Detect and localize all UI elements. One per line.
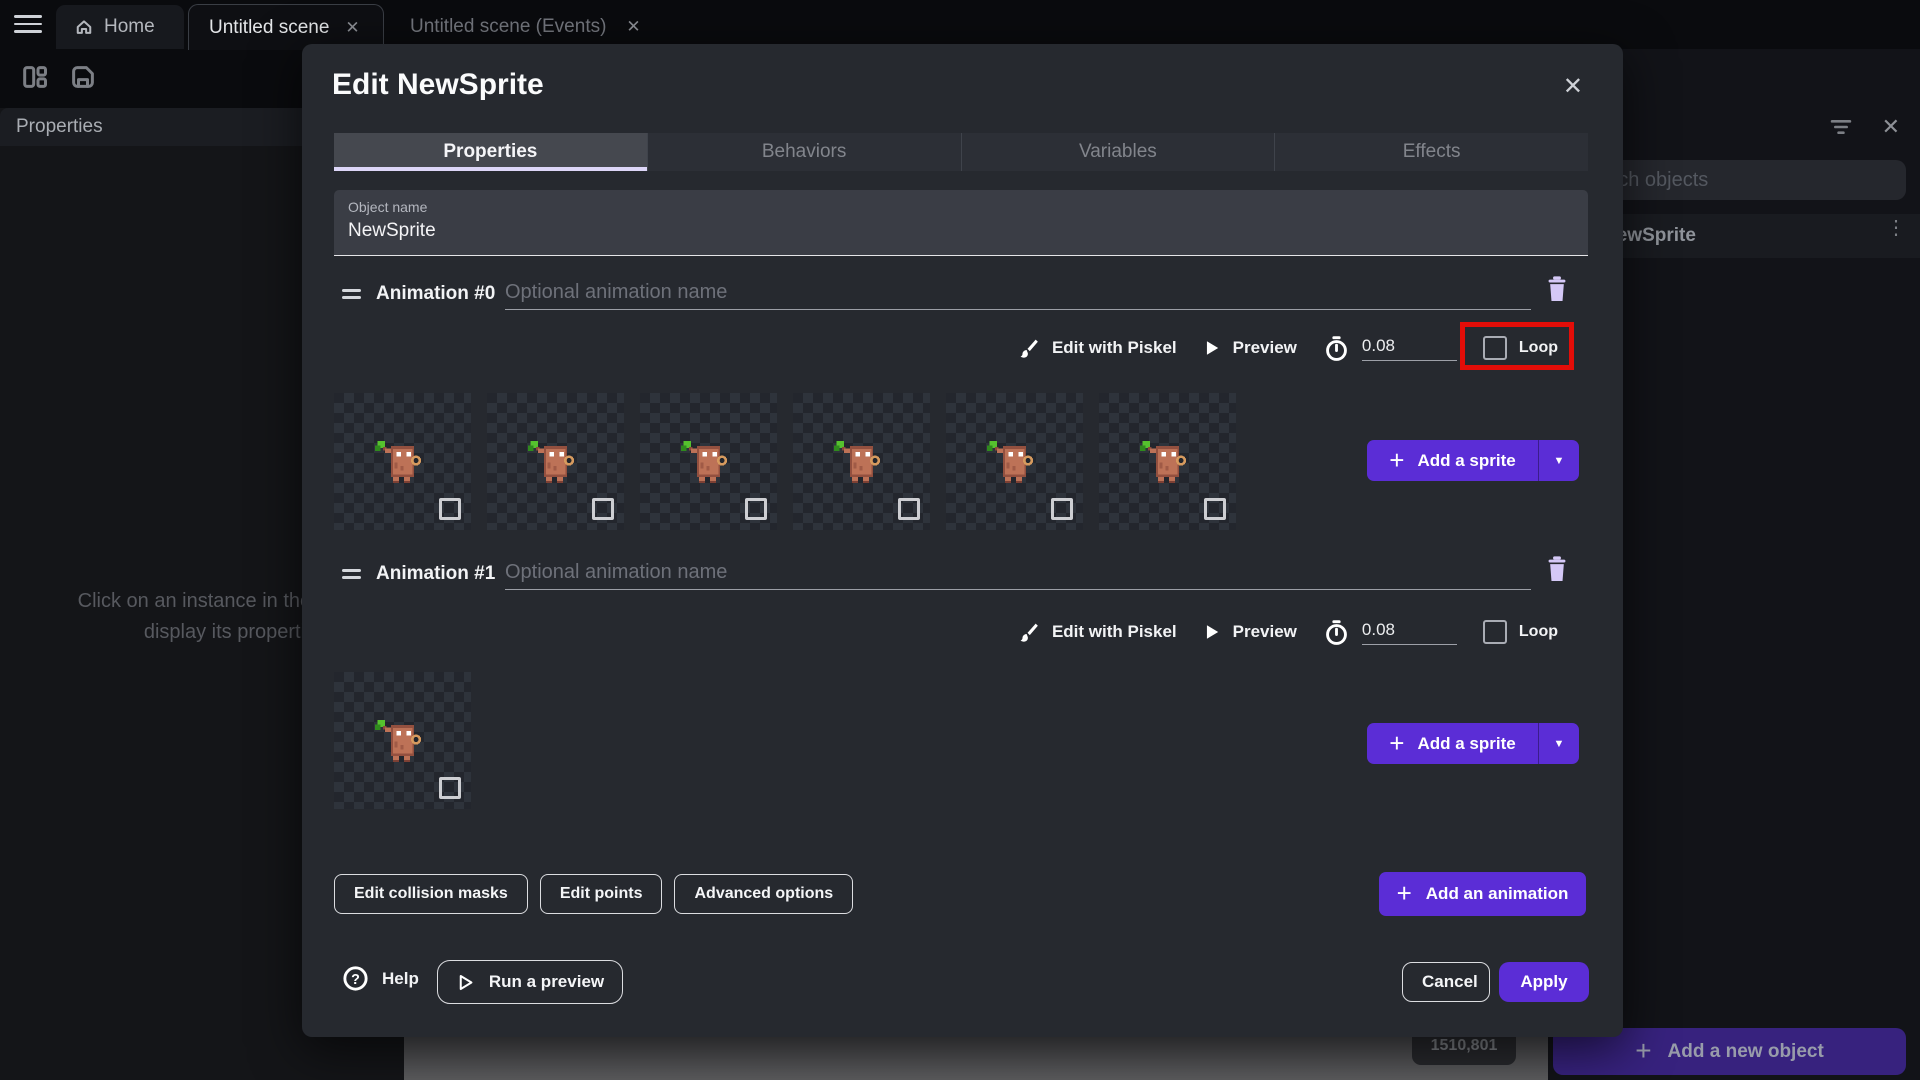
edit-points-button[interactable]: Edit points xyxy=(539,874,663,914)
top-bar: Home Untitled scene ✕ Untitled scene (Ev… xyxy=(0,0,1920,50)
sprite-frame[interactable] xyxy=(640,393,777,530)
sprite-frame[interactable] xyxy=(334,672,471,809)
tab-scene-label: Untitled scene xyxy=(209,16,330,38)
dialog-close-icon[interactable]: ✕ xyxy=(1563,72,1583,101)
animation-0-actions: Edit with Piskel Preview Loop xyxy=(1017,330,1558,366)
home-icon xyxy=(76,20,92,34)
timer-icon xyxy=(1326,335,1347,361)
delete-animation-icon[interactable] xyxy=(1544,274,1572,306)
svg-text:?: ? xyxy=(351,972,360,988)
dialog-tabs: Properties Behaviors Variables Effects xyxy=(334,133,1588,171)
close-panel-icon[interactable]: ✕ xyxy=(1882,114,1900,140)
animation-1-label: Animation #1 xyxy=(376,563,496,584)
tab-behaviors[interactable]: Behaviors xyxy=(646,133,961,171)
save-icon[interactable] xyxy=(68,62,98,92)
add-sprite-label: Add a sprite xyxy=(1417,733,1516,753)
tab-properties[interactable]: Properties xyxy=(334,133,647,171)
add-sprite-button[interactable]: + Add a sprite ▼ xyxy=(1367,440,1579,481)
sprite-frame[interactable] xyxy=(1099,393,1236,530)
add-sprite-label: Add a sprite xyxy=(1417,450,1516,470)
time-between-frames-input[interactable] xyxy=(1361,335,1457,361)
pig-sprite xyxy=(1135,433,1193,491)
object-name-input[interactable] xyxy=(348,220,1548,242)
menu-icon[interactable] xyxy=(14,15,42,35)
frame-checkbox[interactable] xyxy=(592,498,614,520)
object-name-field[interactable]: Object name xyxy=(334,190,1588,256)
time-between-frames-input[interactable] xyxy=(1361,619,1457,645)
preview-button[interactable]: Preview xyxy=(1233,338,1297,358)
brush-icon xyxy=(1020,339,1038,358)
pig-sprite xyxy=(676,433,734,491)
drag-handle-icon[interactable] xyxy=(342,569,361,583)
pig-sprite xyxy=(370,712,428,770)
loop-checkbox[interactable] xyxy=(1482,620,1507,644)
help-label: Help xyxy=(382,968,419,988)
add-animation-button[interactable]: + Add an animation xyxy=(1379,872,1586,916)
panels-layout-icon[interactable] xyxy=(20,62,50,92)
loop-label: Loop xyxy=(1518,623,1558,640)
animation-1-actions: Edit with Piskel Preview Loop xyxy=(1017,614,1558,650)
pig-sprite xyxy=(829,433,887,491)
run-preview-button[interactable]: Run a preview xyxy=(437,960,623,1004)
tab-home[interactable]: Home xyxy=(56,5,184,49)
animation-0-frames xyxy=(334,393,1236,530)
edit-with-piskel-button[interactable]: Edit with Piskel xyxy=(1052,622,1177,642)
add-sprite-dropdown-icon[interactable]: ▼ xyxy=(1538,440,1579,481)
help-button[interactable]: ? Help xyxy=(342,965,419,992)
pig-sprite xyxy=(982,433,1040,491)
timer-icon xyxy=(1326,619,1347,645)
frame-checkbox[interactable] xyxy=(745,498,767,520)
run-preview-label: Run a preview xyxy=(488,972,605,991)
dialog-title: Edit NewSprite xyxy=(332,68,544,101)
pig-sprite xyxy=(523,433,581,491)
properties-title: Properties xyxy=(16,116,103,137)
tab-home-label: Home xyxy=(104,16,155,37)
animation-1-header: Animation #1 xyxy=(302,556,1623,594)
loop-label: Loop xyxy=(1518,339,1558,356)
frame-checkbox[interactable] xyxy=(1051,498,1073,520)
apply-button[interactable]: Apply xyxy=(1499,962,1589,1002)
animation-0-label: Animation #0 xyxy=(376,283,496,304)
object-item-menu-icon[interactable]: ⋮ xyxy=(1886,218,1906,238)
frame-checkbox[interactable] xyxy=(898,498,920,520)
sprite-frame[interactable] xyxy=(334,393,471,530)
filter-icon[interactable] xyxy=(1828,114,1854,140)
edit-with-piskel-button[interactable]: Edit with Piskel xyxy=(1052,338,1177,358)
sprite-frame[interactable] xyxy=(793,393,930,530)
add-sprite-button[interactable]: + Add a sprite ▼ xyxy=(1367,723,1579,764)
add-animation-label: Add an animation xyxy=(1425,884,1569,903)
frame-checkbox[interactable] xyxy=(439,777,461,799)
tab-variables[interactable]: Variables xyxy=(960,133,1275,171)
frame-checkbox[interactable] xyxy=(1204,498,1226,520)
advanced-options-button[interactable]: Advanced options xyxy=(674,874,854,914)
animation-1-name-input[interactable] xyxy=(505,556,1531,590)
play-icon xyxy=(1206,341,1218,355)
tab-events-label: Untitled scene (Events) xyxy=(410,16,607,37)
brush-icon xyxy=(1020,623,1038,642)
sprite-frame[interactable] xyxy=(487,393,624,530)
animation-1-frames xyxy=(334,672,471,809)
edit-sprite-dialog: Edit NewSprite ✕ Properties Behaviors Va… xyxy=(302,44,1623,1037)
play-outline-icon xyxy=(459,974,473,990)
edit-collision-masks-button[interactable]: Edit collision masks xyxy=(334,874,528,914)
preview-button[interactable]: Preview xyxy=(1233,622,1297,642)
help-icon: ? xyxy=(343,966,368,991)
frame-checkbox[interactable] xyxy=(439,498,461,520)
object-name-label: Object name xyxy=(348,199,428,215)
animation-0-header: Animation #0 xyxy=(302,276,1623,314)
sprite-frame[interactable] xyxy=(946,393,1083,530)
add-new-object-label: Add a new object xyxy=(1667,1040,1824,1062)
add-sprite-dropdown-icon[interactable]: ▼ xyxy=(1538,723,1579,764)
close-tab-icon[interactable]: ✕ xyxy=(626,17,640,37)
cancel-button[interactable]: Cancel xyxy=(1402,962,1490,1002)
loop-checkbox[interactable] xyxy=(1482,336,1507,360)
animation-0-name-input[interactable] xyxy=(505,276,1531,310)
drag-handle-icon[interactable] xyxy=(342,289,361,303)
tab-effects[interactable]: Effects xyxy=(1274,133,1588,171)
pig-sprite xyxy=(370,433,428,491)
delete-animation-icon[interactable] xyxy=(1544,554,1572,586)
play-icon xyxy=(1206,625,1218,639)
close-tab-icon[interactable]: ✕ xyxy=(345,18,359,38)
